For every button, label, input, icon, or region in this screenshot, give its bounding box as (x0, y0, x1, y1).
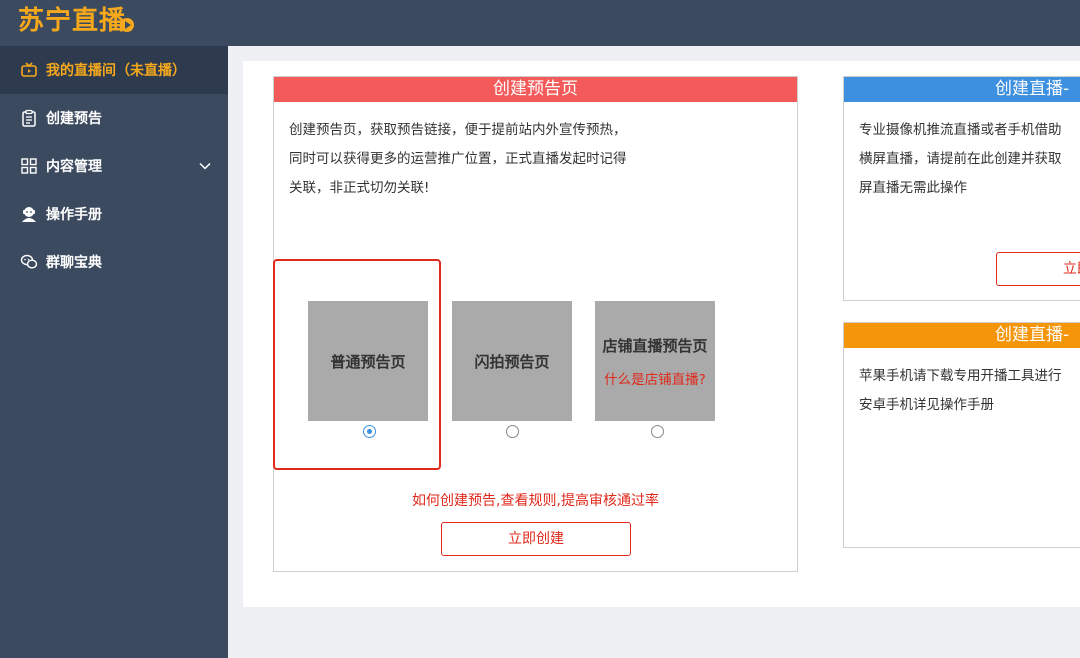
card-description: 创建预告页，获取预告链接，便于提前站内外宣传预热， 同时可以获得更多的运营推广位… (274, 102, 797, 203)
sidebar-item-create-preview[interactable]: 创建预告 (0, 94, 228, 142)
sidebar: 我的直播间（未直播） 创建预告 内容管理 操作手册 群聊宝典 (0, 46, 228, 658)
template-title: 闪拍预告页 (474, 352, 550, 371)
sidebar-item-label: 操作手册 (46, 207, 102, 223)
card-description: 苹果手机请下载专用开播工具进行 安卓手机详见操作手册 (844, 348, 1080, 420)
card-title: 创建直播- (844, 77, 1080, 102)
card-description: 专业摄像机推流直播或者手机借助 横屏直播，请提前在此创建并获取 屏直播无需此操作 (844, 102, 1080, 203)
tv-icon (20, 61, 38, 79)
chevron-down-icon[interactable] (198, 159, 212, 173)
description-line: 苹果手机请下载专用开播工具进行 (859, 368, 1062, 384)
sidebar-item-label: 内容管理 (46, 159, 102, 175)
sidebar-item-label: 群聊宝典 (46, 255, 102, 271)
clipboard-icon (20, 109, 38, 127)
sidebar-item-my-live-room[interactable]: 我的直播间（未直播） (0, 46, 228, 94)
logo-text: 苏宁直播 (18, 5, 127, 36)
user-manual-icon (20, 205, 38, 223)
sidebar-item-label: 创建预告 (46, 111, 102, 127)
template-normal-preview[interactable]: 普通预告页 (308, 301, 428, 421)
card-title: 创建预告页 (274, 77, 797, 102)
description-line: 同时可以获得更多的运营推广位置，正式直播发起时记得 (289, 151, 627, 167)
description-line: 屏直播无需此操作 (859, 180, 967, 196)
grid-icon (20, 157, 38, 175)
sidebar-item-group-chat-guide[interactable]: 群聊宝典 (0, 238, 228, 286)
sidebar-item-user-manual[interactable]: 操作手册 (0, 190, 228, 238)
chat-icon (20, 253, 38, 271)
description-line: 安卓手机详见操作手册 (859, 397, 994, 413)
create-now-button[interactable]: 立即创建 (441, 522, 631, 556)
template-title: 店铺直播预告页 (602, 336, 708, 355)
sidebar-item-content-management[interactable]: 内容管理 (0, 142, 228, 190)
what-is-store-live-link[interactable]: 什么是店铺直播? (604, 368, 706, 388)
template-store-live-preview[interactable]: 店铺直播预告页 什么是店铺直播? (595, 301, 715, 421)
template-radio-flash[interactable] (506, 425, 519, 438)
description-line: 关联，非正式切勿关联! (289, 180, 430, 196)
create-live-button[interactable]: 立即 (996, 252, 1080, 286)
top-bar: 苏宁直播 (0, 0, 1080, 46)
template-title: 普通预告页 (330, 352, 406, 371)
rules-link[interactable]: 如何创建预告,查看规则,提高审核通过率 (273, 490, 798, 510)
description-line: 横屏直播，请提前在此创建并获取 (859, 151, 1062, 167)
logo[interactable]: 苏宁直播 (18, 0, 135, 36)
create-live-card-mobile: 创建直播- 苹果手机请下载专用开播工具进行 安卓手机详见操作手册 (843, 322, 1080, 548)
template-flash-preview[interactable]: 闪拍预告页 (452, 301, 572, 421)
description-line: 专业摄像机推流直播或者手机借助 (859, 122, 1062, 138)
template-radio-normal[interactable] (363, 425, 376, 438)
sidebar-item-label: 我的直播间（未直播） (46, 63, 186, 79)
description-line: 创建预告页，获取预告链接，便于提前站内外宣传预热， (289, 122, 627, 138)
card-title: 创建直播- (844, 323, 1080, 348)
template-radio-store-live[interactable] (651, 425, 664, 438)
play-icon (120, 18, 135, 32)
